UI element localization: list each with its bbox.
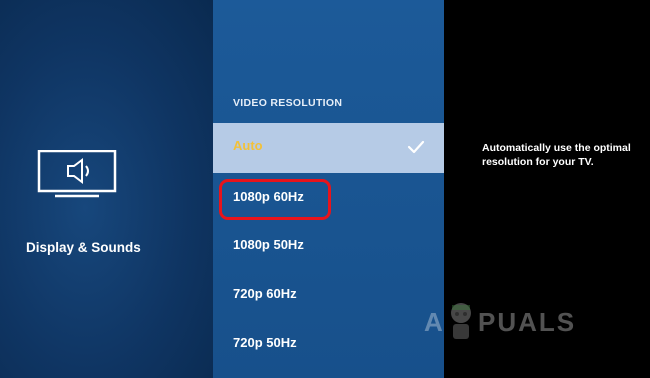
menu-header: VIDEO RESOLUTION [233, 97, 343, 109]
menu-item-720p-50hz[interactable]: 720p 50Hz [213, 320, 444, 370]
category-panel: Display & Sounds [0, 0, 213, 378]
checkmark-icon [407, 140, 425, 154]
menu-item-auto[interactable]: Auto [213, 123, 444, 173]
watermark: A PUALS [424, 301, 650, 341]
menu-item-label: 720p 50Hz [233, 335, 297, 350]
menu-item-label: Auto [233, 138, 263, 153]
menu-item-1080p-50hz[interactable]: 1080p 50Hz [213, 222, 444, 272]
menu-item-720p-60hz[interactable]: 720p 60Hz [213, 271, 444, 321]
menu-item-label: 720p 60Hz [233, 286, 297, 301]
watermark-text-right: PUALS [478, 307, 577, 337]
help-text: Automatically use the optimal resolution… [482, 142, 631, 168]
category-label[interactable]: Display & Sounds [26, 240, 206, 255]
watermark-text-left: A [424, 307, 445, 337]
mascot-logo-icon [451, 303, 471, 339]
menu-item-label: 1080p 50Hz [233, 237, 304, 252]
speaker-display-icon [37, 150, 117, 198]
highlight-ring [219, 179, 331, 220]
